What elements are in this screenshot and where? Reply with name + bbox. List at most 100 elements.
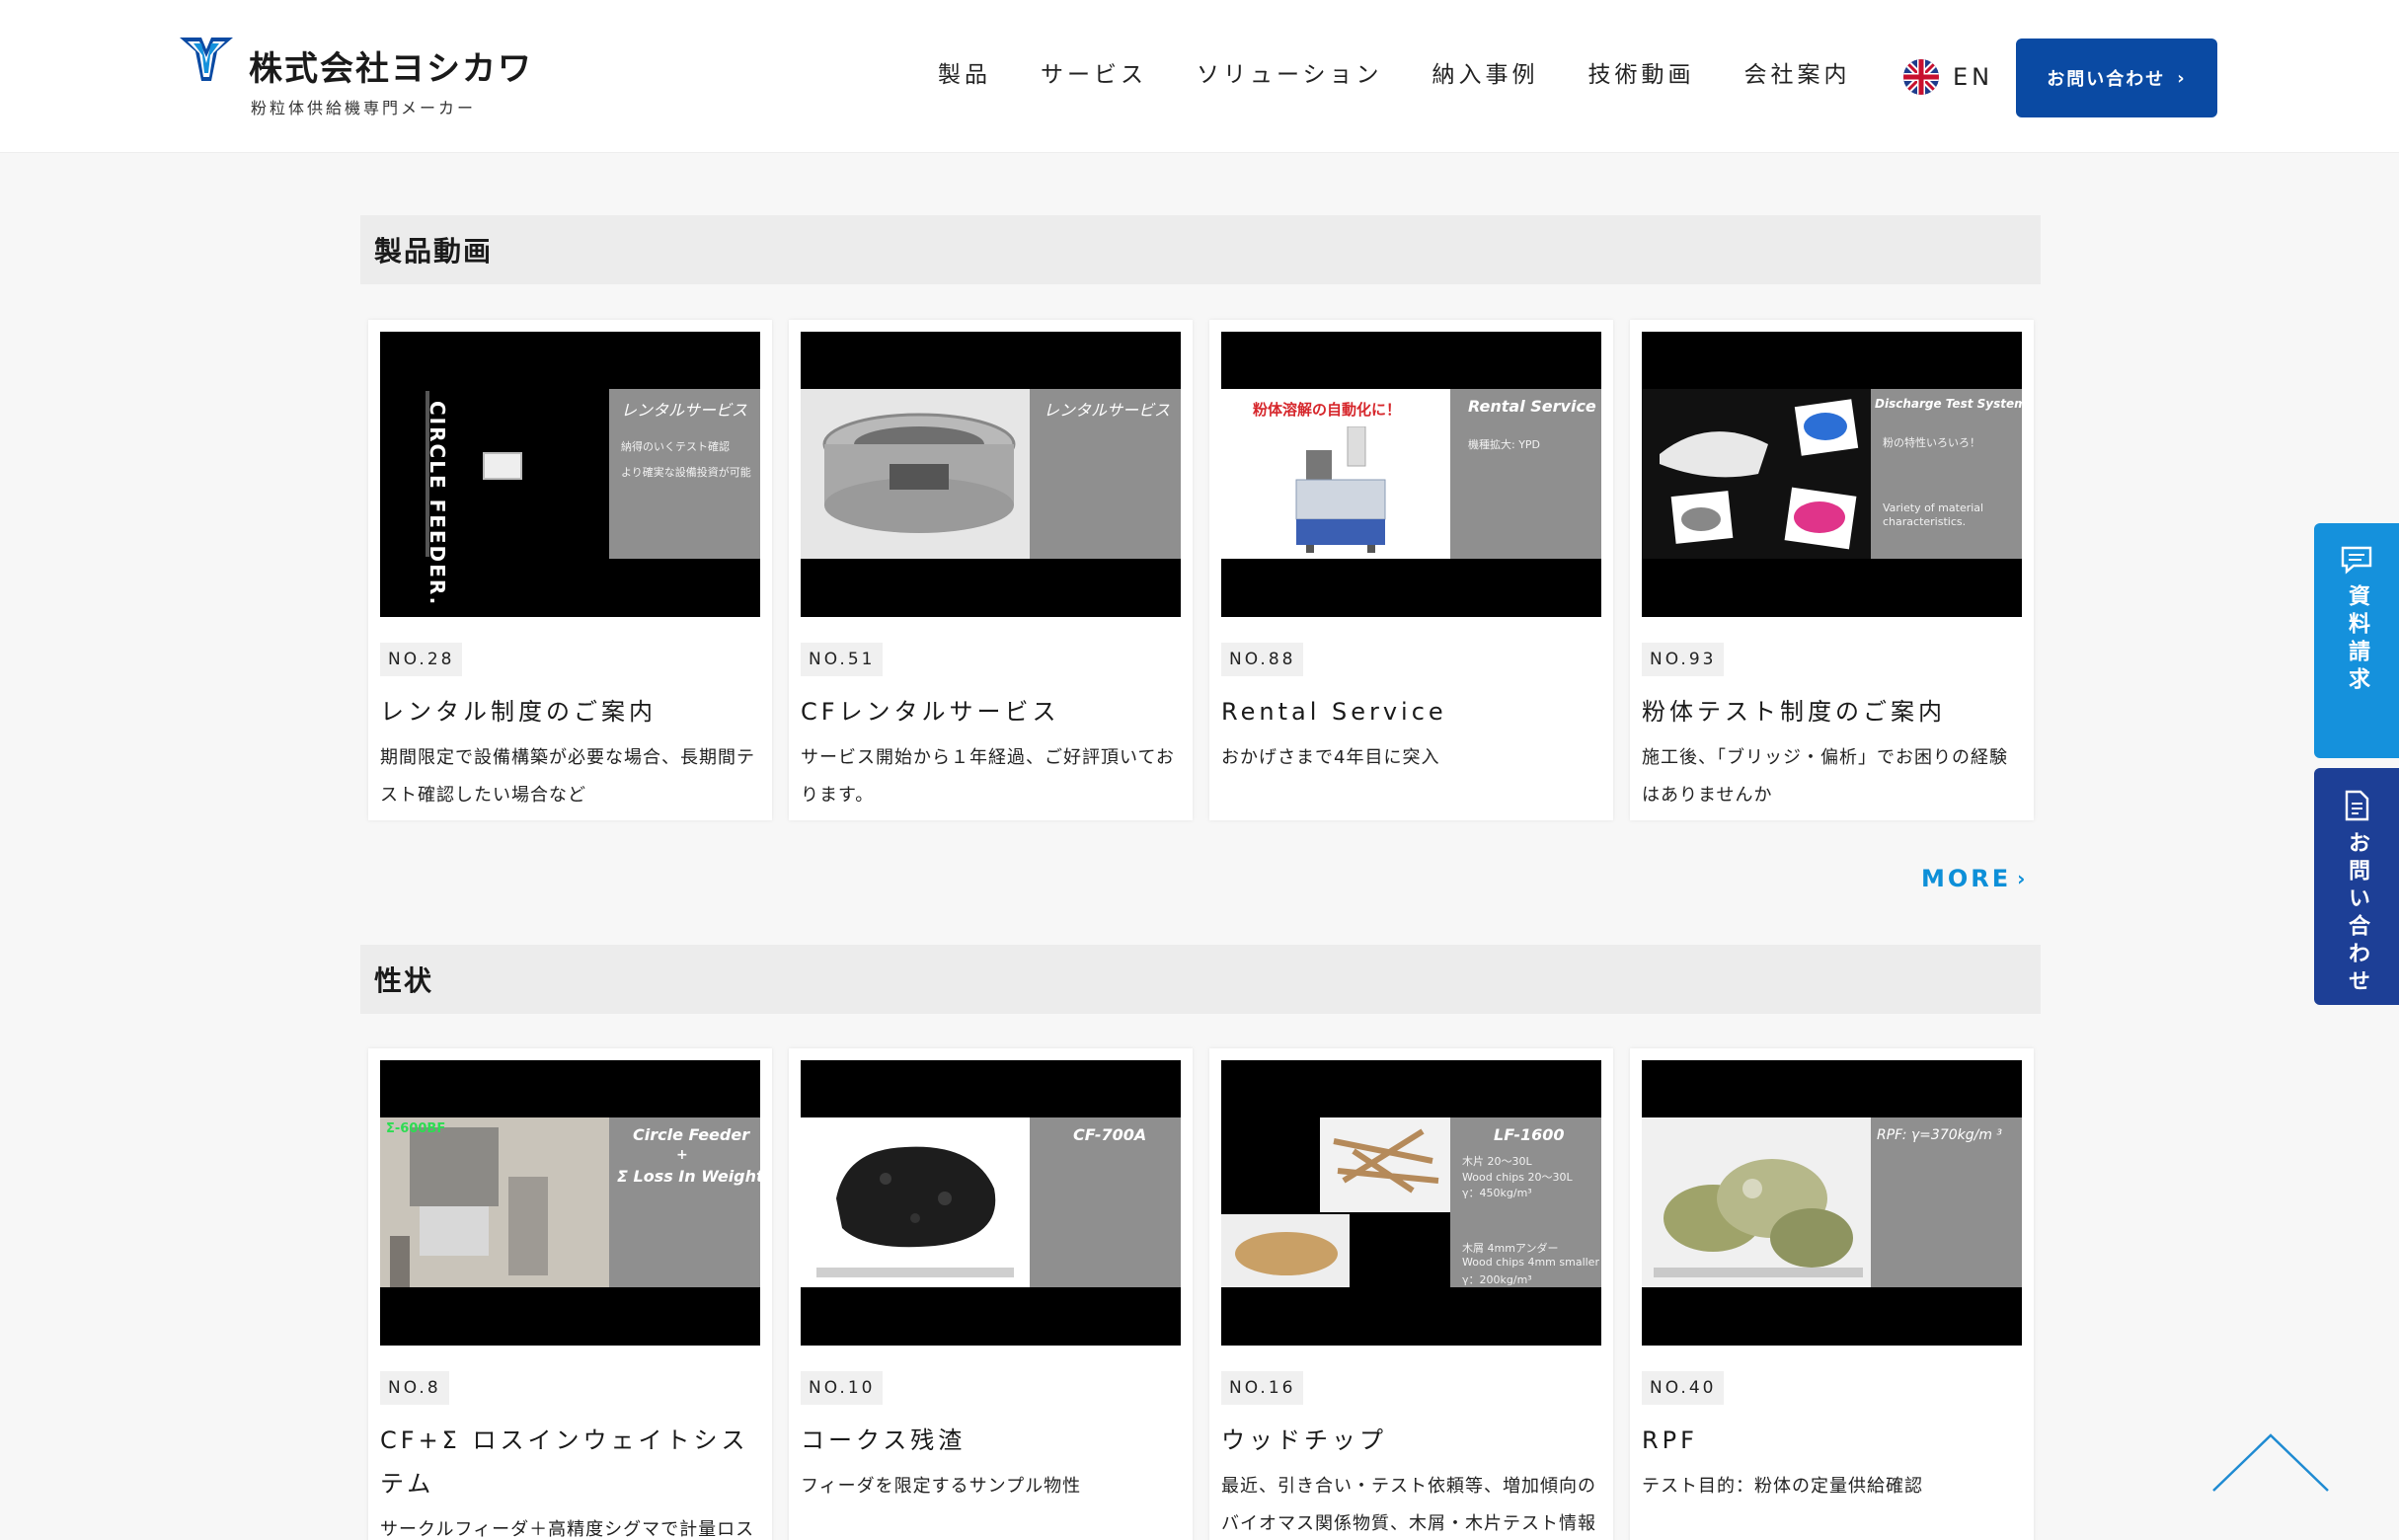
- video-description: おかげさまで4年目に突入: [1221, 747, 1440, 768]
- chevron-right-icon: ›: [2017, 867, 2029, 890]
- video-description: フィーダを限定するサンプル物性: [801, 1476, 1082, 1497]
- nav-item-company[interactable]: 会社案内: [1744, 55, 1851, 95]
- video-card[interactable]: LF-1600 木片 20〜30L Wood chips 20〜30L γ：45…: [1209, 1048, 1613, 1540]
- property-video-list: Σ-600BF Circle Feeder + Σ Loss In Weight…: [368, 1048, 2034, 1540]
- side-tab-document-request-label: 資料請求: [2345, 584, 2369, 695]
- video-card[interactable]: Discharge Test System 粉の特性いろいろ！ Variety …: [1630, 320, 2034, 820]
- video-card[interactable]: レンタルサービス NO.51 CFレンタルサービス サービス開始から１年経過、ご…: [789, 320, 1193, 820]
- rpf-image: [1654, 1159, 1863, 1277]
- thumbnail-line: Wood chips 20〜30L: [1462, 1171, 1573, 1184]
- thumbnail-line: 納得のいくテスト確認: [621, 440, 730, 453]
- thumbnail-line: 木屑 4mmアンダー: [1462, 1242, 1559, 1255]
- video-title: ウッドチップ: [1221, 1426, 1387, 1454]
- video-description: テスト目的：粉体の定量供給確認: [1642, 1476, 1923, 1497]
- video-number-badge: NO.93: [1642, 643, 1725, 676]
- video-number-badge: NO.16: [1221, 1371, 1304, 1405]
- nav-item-solutions[interactable]: ソリューション: [1197, 55, 1383, 95]
- video-card[interactable]: CF-700A NO.10 コークス残渣 フィーダを限定するサンプル物性: [789, 1048, 1193, 1540]
- page-top-arrow-icon[interactable]: [2209, 1431, 2332, 1495]
- video-thumbnail: CF-700A: [801, 1060, 1181, 1346]
- thumbnail-title: RPF: γ=370kg/m ³: [1877, 1127, 2003, 1143]
- thumbnail-line: γ：450kg/m³: [1462, 1187, 1532, 1199]
- video-thumbnail: LF-1600 木片 20〜30L Wood chips 20〜30L γ：45…: [1221, 1060, 1601, 1346]
- thumbnail-panel: [1871, 389, 2022, 559]
- video-card[interactable]: RPF: γ=370kg/m ³ NO.40 RPF テスト目的：粉体の定量供給…: [1630, 1048, 2034, 1540]
- coke-residue-image: [816, 1146, 1014, 1277]
- thumbnail-title: レンタルサービス: [1044, 401, 1171, 420]
- nav-item-cases[interactable]: 納入事例: [1432, 55, 1539, 95]
- contact-button-label: お問い合わせ: [2047, 69, 2166, 90]
- thumbnail-line: 機種拡大: YPD: [1468, 438, 1541, 451]
- dissolver-machine-image: [1295, 426, 1386, 553]
- logo-mark-icon: [180, 38, 233, 81]
- thumbnail-line: Wood chips 4mm smaller: [1462, 1256, 1599, 1269]
- language-switch[interactable]: EN: [1903, 57, 1993, 97]
- powder-samples-image: [1660, 399, 1859, 550]
- video-thumbnail: レンタルサービス: [801, 332, 1181, 617]
- thumbnail-title: CF-700A: [1073, 1125, 1147, 1144]
- video-number-badge: NO.28: [380, 643, 463, 676]
- thumbnail-corner-label: Σ-600BF: [386, 1121, 446, 1136]
- more-link-label: MORE: [1921, 865, 2012, 892]
- side-tab-inquiry[interactable]: お問い合わせ: [2314, 768, 2399, 1005]
- video-description: サービス開始から１年経過、ご好評頂いております。: [801, 747, 1175, 806]
- company-name: 株式会社ヨシカワ: [249, 49, 533, 89]
- thumbnail-line: +: [676, 1147, 688, 1163]
- more-link[interactable]: MORE ›: [1921, 865, 2028, 892]
- company-logo[interactable]: 株式会社ヨシカワ 粉粒体供給機専門メーカー: [178, 34, 531, 118]
- thumbnail-line: より確実な設備投資が可能: [621, 466, 751, 479]
- nav-item-services[interactable]: サービス: [1041, 55, 1147, 95]
- video-card[interactable]: 粉体溶解の自動化に！ Rental Service 機種拡大: YPD NO.8…: [1209, 320, 1613, 820]
- nav-item-tech-videos[interactable]: 技術動画: [1588, 55, 1695, 95]
- video-number-badge: NO.10: [801, 1371, 884, 1405]
- side-tab-document-request[interactable]: 資料請求: [2314, 523, 2399, 758]
- thumbnail-caption: 粉体溶解の自動化に！: [1253, 401, 1402, 419]
- thumbnail-line: Variety of material: [1883, 501, 1984, 514]
- thumbnail-line: characteristics.: [1883, 515, 1967, 528]
- wood-chips-image: [1333, 1128, 1439, 1194]
- thumbnail-line: γ：200kg/m³: [1462, 1273, 1532, 1286]
- side-tab-inquiry-label: お問い合わせ: [2345, 831, 2369, 997]
- video-description: 最近、引き合い・テスト依頼等、増加傾向のバイオマス関係物質、木屑・木片テスト情報: [1221, 1476, 1596, 1534]
- section-heading-properties: 性状: [360, 945, 2041, 1014]
- video-thumbnail: Σ-600BF Circle Feeder + Σ Loss In Weight: [380, 1060, 760, 1346]
- thumbnail-line: Σ Loss In Weight: [617, 1167, 760, 1186]
- thumbnail-title: LF-1600: [1494, 1125, 1565, 1144]
- video-title: CFレンタルサービス: [801, 698, 1060, 726]
- thumbnail-line: 木片 20〜30L: [1462, 1155, 1532, 1168]
- video-card[interactable]: Σ-600BF Circle Feeder + Σ Loss In Weight…: [368, 1048, 772, 1540]
- video-description: サークルフィーダ＋高精度シグマで計量ロス: [380, 1519, 755, 1540]
- site-header: 株式会社ヨシカワ 粉粒体供給機専門メーカー 製品 サービス ソリューション 納入…: [0, 0, 2399, 153]
- video-thumbnail: CIRCLE FEEDER. レンタルサービス 納得のいくテスト確認 より確実な…: [380, 332, 760, 617]
- video-number-badge: NO.88: [1221, 643, 1304, 676]
- thumbnail-title: Discharge Test System: [1875, 397, 2022, 411]
- company-tagline: 粉粒体供給機専門メーカー: [251, 99, 477, 117]
- section-heading-product-videos: 製品動画: [360, 215, 2041, 284]
- video-title: CF+Σ ロスインウェイトシステム: [380, 1426, 749, 1498]
- thumbnail-title: Rental Service: [1468, 397, 1596, 416]
- video-thumbnail: Discharge Test System 粉の特性いろいろ！ Variety …: [1642, 332, 2022, 617]
- video-title: コークス残渣: [801, 1426, 967, 1454]
- thumbnail-title: レンタルサービス: [621, 401, 748, 420]
- video-title: Rental Service: [1221, 698, 1447, 726]
- video-thumbnail: 粉体溶解の自動化に！ Rental Service 機種拡大: YPD: [1221, 332, 1601, 617]
- video-title: レンタル制度のご案内: [380, 698, 657, 726]
- chat-bubble-icon: [2341, 546, 2372, 575]
- video-thumbnail: RPF: γ=370kg/m ³: [1642, 1060, 2022, 1346]
- video-number-badge: NO.51: [801, 643, 884, 676]
- nav-item-products[interactable]: 製品: [938, 55, 991, 95]
- video-number-badge: NO.40: [1642, 1371, 1725, 1405]
- video-card[interactable]: CIRCLE FEEDER. レンタルサービス 納得のいくテスト確認 より確実な…: [368, 320, 772, 820]
- contact-button[interactable]: お問い合わせ ›: [2016, 38, 2217, 117]
- language-label: EN: [1953, 63, 1994, 91]
- product-video-list: CIRCLE FEEDER. レンタルサービス 納得のいくテスト確認 より確実な…: [368, 320, 2034, 820]
- sawdust-image: [1235, 1232, 1338, 1275]
- thumbnail-line: Circle Feeder: [633, 1125, 750, 1144]
- rental-machine-image: [822, 413, 1016, 533]
- uk-flag-icon: [1903, 59, 1939, 95]
- video-title: RPF: [1642, 1426, 1698, 1454]
- feeder-image: [483, 452, 522, 480]
- video-number-badge: NO.8: [380, 1371, 449, 1405]
- video-title: 粉体テスト制度のご案内: [1642, 698, 1946, 726]
- document-icon: [2345, 790, 2369, 821]
